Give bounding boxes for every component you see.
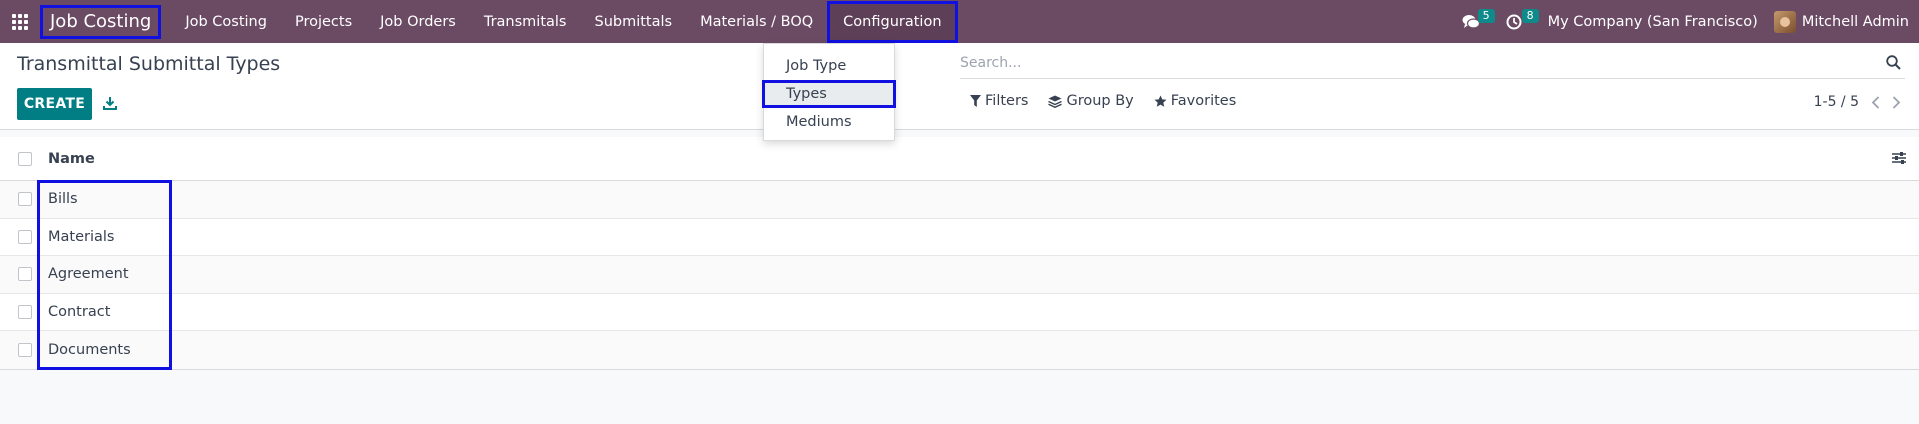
chevron-right-icon: [1892, 95, 1901, 109]
favorites-label: Favorites: [1170, 93, 1237, 109]
menu-job-orders[interactable]: Job Orders: [366, 0, 470, 43]
select-all-checkbox[interactable]: [18, 151, 32, 166]
table-row[interactable]: Bills: [0, 181, 1919, 219]
activities-count-badge: 8: [1521, 9, 1539, 23]
clock-icon: [1506, 14, 1522, 29]
filters-toggle[interactable]: Filters: [970, 93, 1028, 109]
row-name: Bills: [48, 191, 78, 208]
control-panel: Transmittal Submittal Types CREATE Filte…: [0, 43, 1919, 130]
list-header: Name: [0, 137, 1919, 181]
groupby-label: Group By: [1066, 93, 1134, 109]
activities-button[interactable]: 8: [1496, 0, 1539, 43]
configuration-dropdown: Job Type Types Mediums: [762, 43, 896, 141]
dropdown-item-types[interactable]: Types: [762, 80, 896, 108]
layers-icon: [1048, 95, 1063, 108]
menu-job-costing[interactable]: Job Costing: [171, 0, 281, 43]
messages-button[interactable]: 5: [1452, 0, 1496, 43]
menu-configuration[interactable]: Configuration: [827, 0, 958, 43]
search-bar: [960, 49, 1905, 79]
table-row[interactable]: Materials: [0, 219, 1919, 256]
row-name: Contract: [48, 303, 111, 320]
pager-value[interactable]: 1-5 / 5: [1814, 94, 1859, 110]
pager-next-button[interactable]: [1892, 95, 1901, 109]
menu-transmitals[interactable]: Transmitals: [470, 0, 581, 43]
table-row[interactable]: Contract: [0, 294, 1919, 331]
pager: 1-5 / 5: [1814, 94, 1901, 110]
systray: 5 8 My Company (San Francisco) Mitchell …: [1452, 0, 1919, 43]
export-button[interactable]: [100, 93, 120, 113]
download-icon: [103, 97, 117, 110]
app-brand[interactable]: Job Costing: [40, 4, 162, 39]
page-title: Transmittal Submittal Types: [17, 53, 281, 75]
row-checkbox[interactable]: [18, 229, 32, 244]
table-row[interactable]: Agreement: [0, 256, 1919, 294]
row-checkbox[interactable]: [18, 192, 32, 207]
row-name: Materials: [48, 228, 115, 245]
chevron-left-icon: [1871, 95, 1880, 109]
search-options: Filters Group By Favorites: [970, 93, 1236, 109]
company-switcher[interactable]: My Company (San Francisco): [1538, 14, 1774, 30]
user-name: Mitchell Admin: [1801, 13, 1909, 30]
create-button[interactable]: CREATE: [17, 88, 92, 120]
column-header-name[interactable]: Name: [48, 151, 95, 167]
user-menu[interactable]: Mitchell Admin: [1773, 10, 1909, 33]
optional-columns-icon[interactable]: [1891, 151, 1907, 165]
messages-count-badge: 5: [1477, 9, 1495, 23]
row-checkbox[interactable]: [18, 267, 32, 282]
row-checkbox[interactable]: [18, 304, 32, 319]
funnel-icon: [970, 95, 981, 107]
dropdown-item-job-type[interactable]: Job Type: [764, 52, 894, 80]
favorites-toggle[interactable]: Favorites: [1154, 93, 1237, 109]
row-name: Agreement: [48, 266, 129, 283]
star-icon: [1154, 95, 1167, 107]
list-view: Name Bills Materials Agreement Contract …: [0, 137, 1919, 370]
menu-materials-boq[interactable]: Materials / BOQ: [686, 0, 827, 43]
menu-submittals[interactable]: Submittals: [580, 0, 686, 43]
row-name: Documents: [48, 341, 131, 358]
top-navbar: Job Costing Job Costing Projects Job Ord…: [0, 0, 1919, 43]
row-checkbox[interactable]: [18, 342, 32, 357]
groupby-toggle[interactable]: Group By: [1048, 93, 1134, 109]
pager-previous-button[interactable]: [1871, 95, 1880, 109]
search-input[interactable]: [960, 49, 1860, 77]
menu-projects[interactable]: Projects: [281, 0, 366, 43]
chat-icon: [1462, 14, 1480, 29]
user-avatar: [1773, 10, 1796, 33]
apps-menu-icon[interactable]: [0, 0, 40, 43]
table-row[interactable]: Documents: [0, 331, 1919, 369]
filters-label: Filters: [985, 93, 1029, 109]
search-icon[interactable]: [1886, 55, 1901, 70]
dropdown-item-mediums[interactable]: Mediums: [764, 108, 894, 136]
